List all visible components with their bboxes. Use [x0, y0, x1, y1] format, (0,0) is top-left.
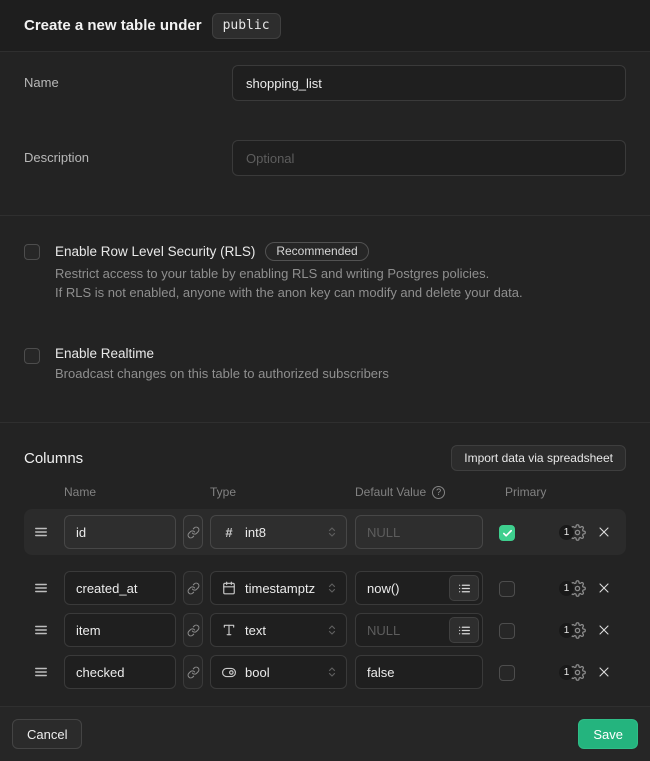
realtime-checkbox[interactable] [24, 348, 40, 364]
delete-column-button[interactable] [596, 664, 612, 680]
chevrons-up-down-icon [326, 526, 338, 538]
foreign-key-button[interactable] [183, 655, 203, 689]
close-icon [596, 580, 612, 596]
link-icon [187, 526, 200, 539]
table-description-input[interactable] [232, 140, 626, 176]
column-name-input[interactable] [64, 515, 176, 549]
dialog-header: Create a new table under public [0, 0, 650, 52]
import-spreadsheet-button[interactable]: Import data via spreadsheet [451, 445, 626, 471]
drag-handle-icon[interactable] [24, 623, 64, 637]
dialog-title: Create a new table under [24, 17, 202, 34]
column-row-created-at: timestamptz 1 [24, 571, 626, 605]
column-type-select[interactable]: bool [210, 655, 347, 689]
help-icon[interactable]: ? [432, 486, 445, 499]
name-label: Name [24, 65, 232, 101]
column-name-input[interactable] [64, 613, 176, 647]
column-settings-button[interactable]: 1 [559, 524, 586, 541]
link-icon [187, 582, 200, 595]
description-label: Description [24, 140, 232, 176]
drag-handle-icon[interactable] [24, 525, 64, 539]
table-details-section: Name Description [0, 52, 650, 216]
drag-handle-icon[interactable] [24, 581, 64, 595]
link-icon [187, 624, 200, 637]
chevrons-up-down-icon [326, 666, 338, 678]
settings-count-badge: 1 [559, 525, 574, 540]
columns-section: Columns Import data via spreadsheet Name… [0, 423, 650, 707]
dialog-footer: Cancel Save [0, 707, 650, 761]
close-icon [596, 622, 612, 638]
header-default-value: Default Value [355, 485, 426, 499]
column-row-id: # int8 1 [24, 509, 626, 555]
column-default-input[interactable] [355, 655, 483, 689]
column-row-checked: bool 1 [24, 655, 626, 689]
calendar-icon [222, 581, 236, 595]
rls-description-line2: If RLS is not enabled, anyone with the a… [55, 283, 523, 302]
column-type-select[interactable]: # int8 [210, 515, 347, 549]
header-name: Name [64, 485, 176, 499]
close-icon [596, 664, 612, 680]
primary-checkbox[interactable] [499, 623, 515, 639]
schema-badge: public [212, 13, 281, 39]
realtime-label: Enable Realtime [55, 346, 154, 361]
columns-title: Columns [24, 450, 83, 467]
header-type: Type [210, 485, 347, 499]
primary-checkbox[interactable] [499, 525, 515, 541]
default-value-menu-button[interactable] [449, 617, 479, 643]
rls-checkbox[interactable] [24, 244, 40, 260]
delete-column-button[interactable] [596, 580, 612, 596]
toggle-icon [222, 665, 236, 680]
rls-toggle-group: Enable Row Level Security (RLS) Recommen… [24, 242, 626, 302]
check-icon [502, 528, 513, 539]
settings-count-badge: 1 [559, 623, 574, 638]
create-table-dialog: Create a new table under public Name Des… [0, 0, 650, 761]
foreign-key-button[interactable] [183, 613, 203, 647]
columns-table-header: Name Type Default Value ? Primary [24, 485, 626, 499]
delete-column-button[interactable] [596, 622, 612, 638]
hash-icon: # [222, 525, 236, 540]
foreign-key-button[interactable] [183, 515, 203, 549]
close-icon [596, 524, 612, 540]
rls-label: Enable Row Level Security (RLS) [55, 244, 255, 259]
column-type-select[interactable]: timestamptz [210, 571, 347, 605]
column-settings-button[interactable]: 1 [559, 664, 586, 681]
realtime-toggle-group: Enable Realtime Broadcast changes on thi… [24, 346, 626, 383]
column-settings-button[interactable]: 1 [559, 580, 586, 597]
header-primary: Primary [483, 485, 546, 499]
cancel-button[interactable]: Cancel [12, 719, 82, 749]
delete-column-button[interactable] [596, 524, 612, 540]
column-type-select[interactable]: text [210, 613, 347, 647]
primary-checkbox[interactable] [499, 665, 515, 681]
column-name-input[interactable] [64, 655, 176, 689]
chevrons-up-down-icon [326, 582, 338, 594]
save-button[interactable]: Save [578, 719, 638, 749]
rls-description-line1: Restrict access to your table by enablin… [55, 264, 523, 283]
chevrons-up-down-icon [326, 624, 338, 636]
foreign-key-button[interactable] [183, 571, 203, 605]
link-icon [187, 666, 200, 679]
list-icon [458, 582, 471, 595]
primary-checkbox[interactable] [499, 581, 515, 597]
security-section: Enable Row Level Security (RLS) Recommen… [0, 216, 650, 423]
realtime-description: Broadcast changes on this table to autho… [55, 364, 389, 383]
table-name-input[interactable] [232, 65, 626, 101]
list-icon [458, 624, 471, 637]
name-row: Name [24, 65, 626, 101]
column-default-input[interactable] [355, 515, 483, 549]
column-settings-button[interactable]: 1 [559, 622, 586, 639]
type-icon [222, 623, 236, 637]
column-name-input[interactable] [64, 571, 176, 605]
drag-handle-icon[interactable] [24, 665, 64, 679]
description-row: Description [24, 140, 626, 176]
settings-count-badge: 1 [559, 665, 574, 680]
recommended-badge: Recommended [265, 242, 368, 261]
settings-count-badge: 1 [559, 581, 574, 596]
column-row-item: text 1 [24, 613, 626, 647]
default-value-menu-button[interactable] [449, 575, 479, 601]
